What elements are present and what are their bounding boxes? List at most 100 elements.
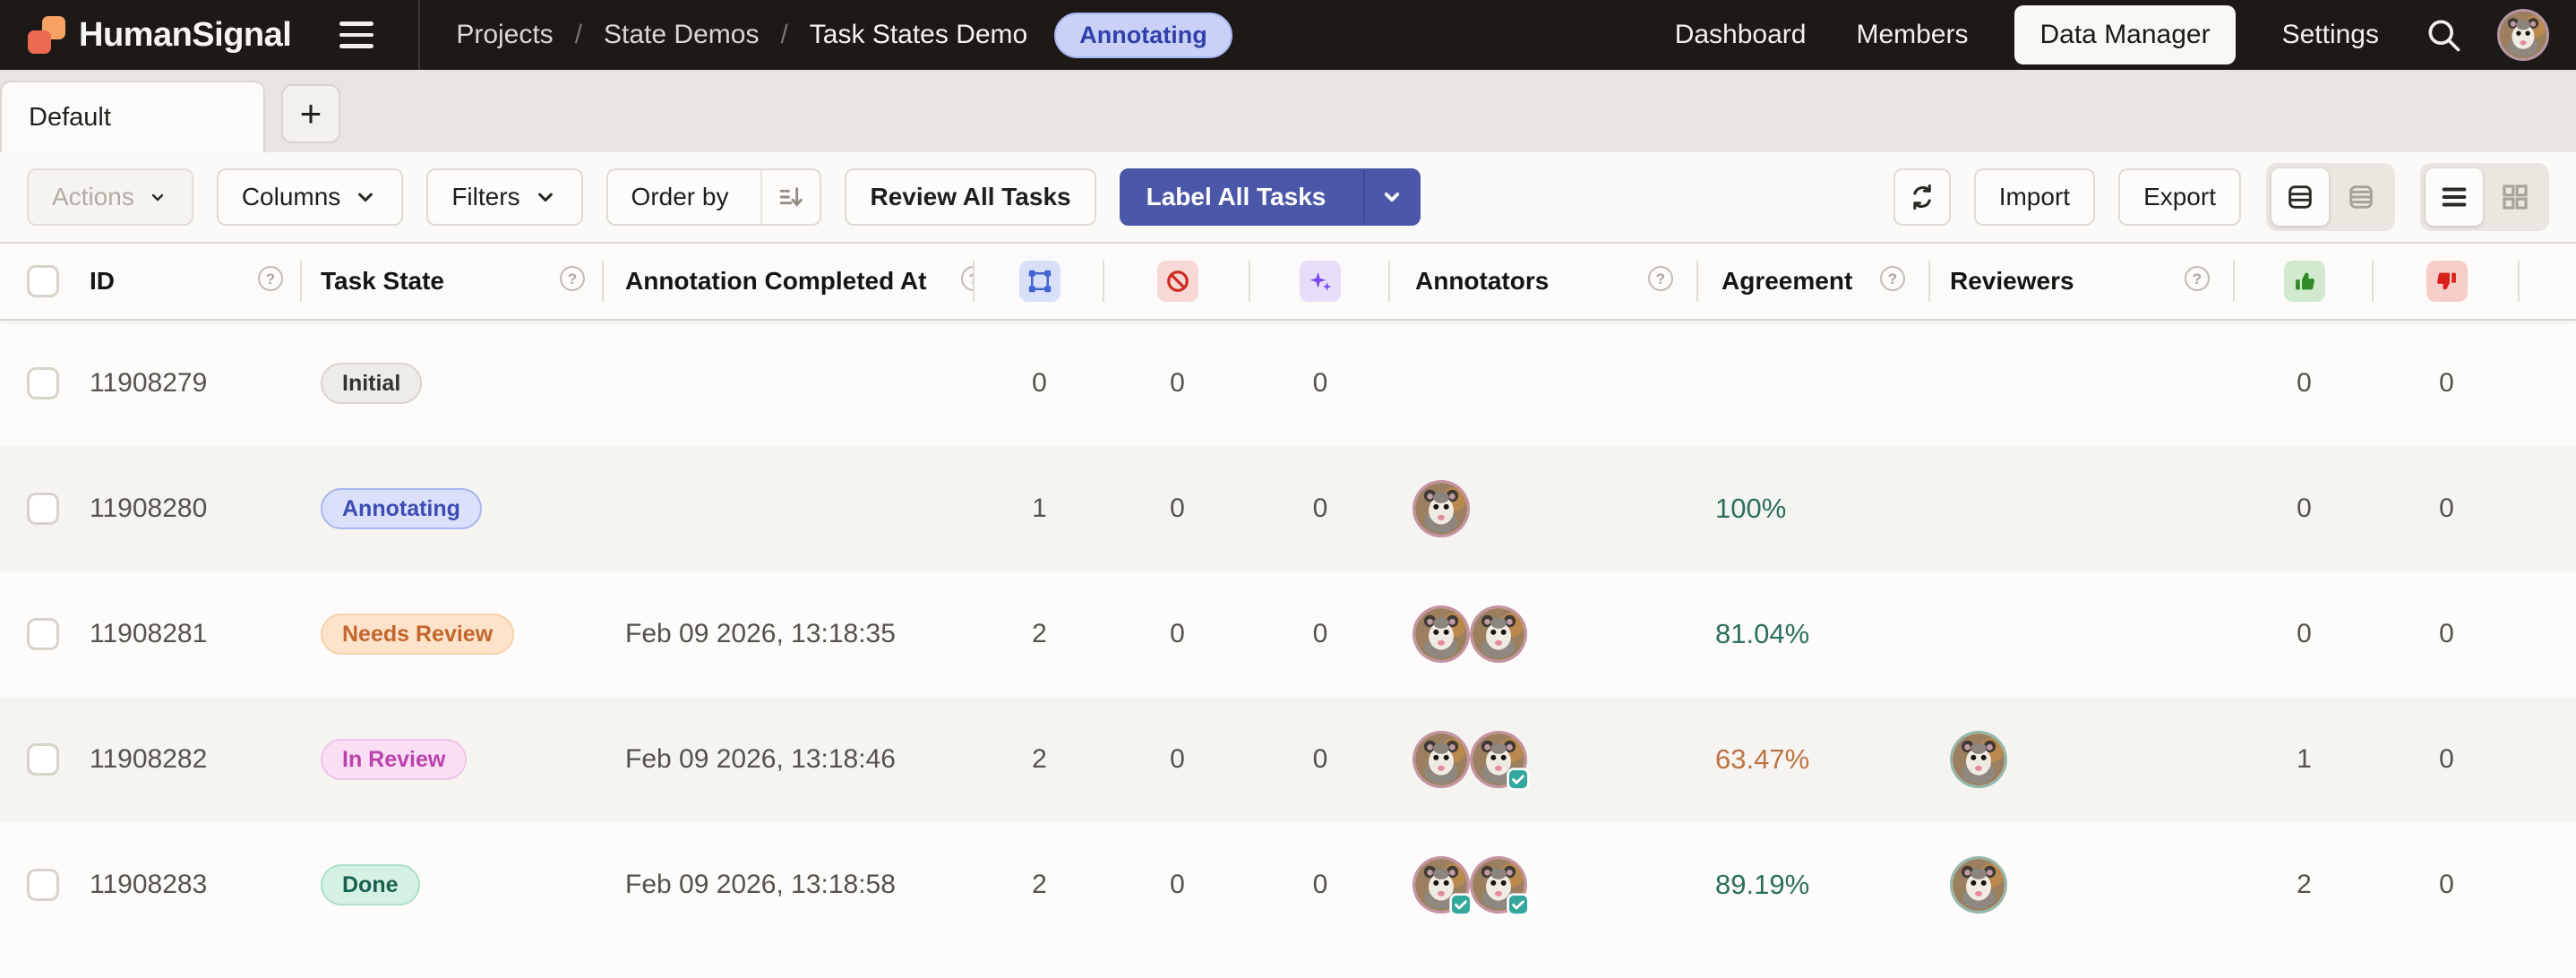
- annotators-cell: [1390, 321, 1698, 446]
- breadcrumb-project-group[interactable]: State Demos: [604, 20, 759, 50]
- rows-compact-icon: [2349, 185, 2373, 209]
- list-view-icon: [2442, 187, 2467, 207]
- nav-dashboard[interactable]: Dashboard: [1671, 7, 1810, 63]
- annotator-avatar[interactable]: [1415, 483, 1467, 535]
- columns-button[interactable]: Columns: [216, 168, 404, 226]
- column-header-completed-at[interactable]: Annotation Completed At ?: [604, 244, 975, 319]
- refresh-button[interactable]: [1893, 168, 1951, 226]
- label-all-label: Label All Tasks: [1146, 183, 1327, 210]
- nav-settings[interactable]: Settings: [2279, 7, 2383, 63]
- row-checkbox[interactable]: [27, 743, 59, 776]
- tab-default[interactable]: Default: [0, 81, 265, 152]
- actions-button[interactable]: Actions: [27, 168, 193, 226]
- rejected-count: 0: [2374, 697, 2520, 822]
- column-header-annotators[interactable]: Annotators ?: [1390, 244, 1698, 319]
- list-view-button[interactable]: [2426, 168, 2483, 226]
- reviewer-avatar[interactable]: [1953, 859, 2005, 911]
- reviewers-cell: [1930, 697, 2235, 822]
- filters-button[interactable]: Filters: [426, 168, 583, 226]
- table-row[interactable]: 11908281 Needs Review Feb 09 2026, 13:18…: [0, 571, 2576, 697]
- task-id: 11908283: [81, 822, 302, 948]
- table-row[interactable]: 11908280 Annotating 1 0 0 100% 0 0: [0, 446, 2576, 571]
- column-header-id[interactable]: ID ?: [81, 244, 302, 319]
- task-id: 11908281: [81, 571, 302, 697]
- annotators-cell: [1390, 446, 1698, 571]
- annotations-count: 2: [975, 822, 1104, 948]
- reviewers-cell: [1930, 571, 2235, 697]
- hamburger-menu-icon[interactable]: [339, 15, 379, 55]
- table-row[interactable]: 11908282 In Review Feb 09 2026, 13:18:46…: [0, 697, 2576, 822]
- grid-view-button[interactable]: [2486, 168, 2544, 226]
- task-state-badge: In Review: [321, 739, 468, 780]
- column-header-task-state[interactable]: Task State ?: [302, 244, 604, 319]
- label-all-dropdown-icon[interactable]: [1363, 170, 1419, 224]
- brand[interactable]: HumanSignal: [27, 15, 292, 55]
- select-all-checkbox[interactable]: [27, 265, 59, 297]
- annotator-avatar[interactable]: [1415, 734, 1467, 785]
- nav-members[interactable]: Members: [1852, 7, 1971, 63]
- column-header-agreement[interactable]: Agreement ?: [1698, 244, 1930, 319]
- column-header-reviews-accepted[interactable]: [2235, 244, 2374, 319]
- user-avatar[interactable]: [2497, 9, 2549, 61]
- column-header-spacer: [2520, 244, 2576, 319]
- help-icon[interactable]: ?: [1879, 265, 1906, 298]
- column-header-reviewers[interactable]: Reviewers ?: [1930, 244, 2235, 319]
- breadcrumb-projects[interactable]: Projects: [456, 20, 553, 50]
- column-header-predictions[interactable]: [1250, 244, 1390, 319]
- cancelled-count: 0: [1104, 697, 1250, 822]
- annotator-avatar[interactable]: [1473, 859, 1530, 916]
- cancelled-count-value: 0: [1170, 368, 1185, 398]
- annotator-avatar[interactable]: [1473, 608, 1524, 660]
- column-label: Reviewers: [1950, 267, 2074, 295]
- task-state-badge: Annotating: [321, 488, 482, 529]
- sort-order-icon[interactable]: [760, 170, 820, 224]
- import-label: Import: [1998, 183, 2071, 210]
- search-icon[interactable]: [2424, 15, 2463, 55]
- help-icon[interactable]: ?: [2184, 265, 2211, 298]
- completed-at: Feb 09 2026, 13:18:58: [625, 870, 896, 899]
- svg-text:?: ?: [2193, 270, 2202, 287]
- help-icon[interactable]: ?: [960, 265, 975, 298]
- brand-name: HumanSignal: [79, 15, 292, 54]
- label-all-tasks-button[interactable]: Label All Tasks: [1119, 168, 1421, 226]
- rejected-count-value: 0: [2439, 368, 2454, 398]
- annotator-avatar[interactable]: [1415, 608, 1467, 660]
- add-tab-button[interactable]: +: [281, 84, 340, 143]
- column-header-cancelled-annotations[interactable]: [1104, 244, 1250, 319]
- row-id: 11908279: [90, 368, 208, 398]
- column-header-reviews-rejected[interactable]: [2374, 244, 2520, 319]
- column-header-annotations[interactable]: [975, 244, 1104, 319]
- completed-at: Feb 09 2026, 13:18:46: [625, 744, 896, 774]
- annotators-cell: [1390, 697, 1698, 822]
- predictions-count-value: 0: [1312, 870, 1328, 899]
- help-icon[interactable]: ?: [257, 265, 284, 298]
- import-button[interactable]: Import: [1973, 168, 2096, 226]
- accepted-count-value: 1: [2297, 744, 2312, 774]
- row-checkbox[interactable]: [27, 367, 59, 399]
- annotator-avatar[interactable]: [1473, 734, 1530, 791]
- cancelled-count-value: 0: [1170, 744, 1185, 774]
- table-row[interactable]: 11908279 Initial 0 0 0 0 0: [0, 321, 2576, 446]
- help-icon[interactable]: ?: [1647, 265, 1674, 298]
- review-all-tasks-button[interactable]: Review All Tasks: [845, 168, 1096, 226]
- order-by-button[interactable]: Order by: [605, 168, 822, 226]
- predictions-count-value: 0: [1312, 368, 1328, 398]
- row-height-compact-button[interactable]: [2332, 168, 2390, 226]
- row-height-tall-button[interactable]: [2271, 168, 2329, 226]
- accepted-count: 0: [2235, 446, 2374, 571]
- row-checkbox[interactable]: [27, 869, 59, 901]
- help-icon[interactable]: ?: [559, 265, 586, 298]
- svg-text:?: ?: [266, 270, 275, 287]
- reviewed-check-badge: [1507, 893, 1530, 916]
- nav-data-manager[interactable]: Data Manager: [2014, 5, 2236, 64]
- row-checkbox[interactable]: [27, 618, 59, 650]
- table-row[interactable]: 11908283 Done Feb 09 2026, 13:18:58 2 0 …: [0, 822, 2576, 948]
- opossum-photo: [1473, 608, 1524, 660]
- review-all-label: Review All Tasks: [870, 183, 1071, 210]
- export-button[interactable]: Export: [2118, 168, 2241, 226]
- reviewers-cell: [1930, 321, 2235, 446]
- row-checkbox[interactable]: [27, 493, 59, 525]
- completed-at-cell: Feb 09 2026, 13:18:35: [604, 571, 975, 697]
- annotator-avatar[interactable]: [1415, 859, 1473, 916]
- reviewer-avatar[interactable]: [1953, 734, 2005, 785]
